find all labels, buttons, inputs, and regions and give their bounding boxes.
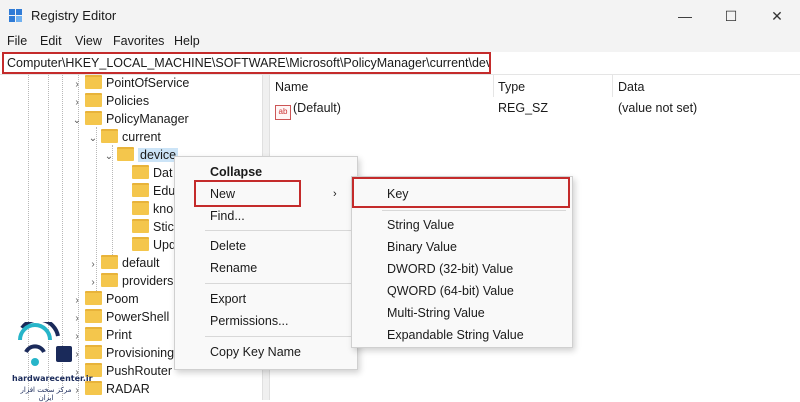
chevron-down-icon[interactable]: ⌄ <box>88 130 98 148</box>
folder-icon <box>132 165 149 179</box>
menu-copy-key-name[interactable]: Copy Key Name <box>210 341 301 363</box>
tree-node-stic[interactable]: Stic <box>132 218 174 236</box>
tree-node-policymanager[interactable]: ⌄ PolicyManager <box>72 110 189 128</box>
submenu-binary-value[interactable]: Binary Value <box>387 236 457 258</box>
watermark-site: hardwarecenter.ir <box>12 374 93 383</box>
menu-favorites[interactable]: Favorites <box>113 34 164 48</box>
value-row-data: (value not set) <box>618 101 698 115</box>
folder-icon <box>101 273 118 287</box>
folder-icon <box>85 309 102 323</box>
minimize-button[interactable]: — <box>662 0 708 32</box>
registry-editor-icon <box>9 9 23 23</box>
folder-icon <box>101 255 118 269</box>
menu-view[interactable]: View <box>75 34 102 48</box>
chevron-down-icon[interactable]: ⌄ <box>72 112 82 130</box>
menu-bar: File Edit View Favorites Help <box>0 32 800 52</box>
folder-icon <box>85 345 102 359</box>
window-title: Registry Editor <box>31 8 117 23</box>
menu-rename[interactable]: Rename <box>210 257 257 279</box>
folder-icon <box>101 129 118 143</box>
tree-node-dat[interactable]: Dat <box>132 164 172 182</box>
menu-delete[interactable]: Delete <box>210 235 246 257</box>
submenu-qword-value[interactable]: QWORD (64-bit) Value <box>387 280 514 302</box>
tree-node-device[interactable]: ⌄ device <box>104 146 179 166</box>
tree-node-providers[interactable]: › providers <box>88 272 173 290</box>
address-bar[interactable]: Computer\HKEY_LOCAL_MACHINE\SOFTWARE\Mic… <box>2 52 491 74</box>
folder-icon <box>132 201 149 215</box>
menu-separator <box>205 336 351 337</box>
new-highlight-box <box>194 180 301 207</box>
column-header-data[interactable]: Data <box>618 80 644 94</box>
folder-icon <box>85 111 102 125</box>
tree-node-edu[interactable]: Edu <box>132 182 175 200</box>
folder-icon <box>117 147 134 161</box>
tree-node-upd[interactable]: Upd <box>132 236 176 254</box>
menu-edit[interactable]: Edit <box>40 34 62 48</box>
logo-mark-icon <box>18 317 72 366</box>
tree-node-policies[interactable]: › Policies <box>72 92 149 110</box>
submenu-dword-value[interactable]: DWORD (32-bit) Value <box>387 258 513 280</box>
column-header-type[interactable]: Type <box>498 80 525 94</box>
menu-separator <box>205 283 351 284</box>
value-row-name[interactable]: ab (Default) <box>275 101 341 120</box>
tree-node-provisioning[interactable]: › Provisioning <box>72 344 174 362</box>
menu-separator <box>205 230 351 231</box>
title-bar: Registry Editor — ☐ ✕ <box>0 0 800 32</box>
tree-node-powershell[interactable]: › PowerShell <box>72 308 169 326</box>
string-value-icon: ab <box>275 105 291 120</box>
tree-node-pointofservice[interactable]: › PointOfService <box>72 75 189 92</box>
menu-file[interactable]: File <box>7 34 27 48</box>
folder-icon <box>132 183 149 197</box>
folder-icon <box>132 237 149 251</box>
submenu-expandable-string-value[interactable]: Expandable String Value <box>387 324 524 346</box>
tree-node-poom[interactable]: › Poom <box>72 290 139 308</box>
maximize-button[interactable]: ☐ <box>708 0 754 32</box>
chevron-down-icon[interactable]: ⌄ <box>104 148 114 166</box>
folder-icon <box>85 93 102 107</box>
tree-node-default[interactable]: › default <box>88 254 160 272</box>
value-row-type: REG_SZ <box>498 101 549 115</box>
folder-icon <box>85 327 102 341</box>
submenu-string-value[interactable]: String Value <box>387 214 454 236</box>
hardwarecenter-logo: hardwarecenter.ir مرکز سخت افزار ایران <box>4 317 93 402</box>
folder-icon <box>85 381 102 395</box>
folder-icon <box>85 75 102 89</box>
tree-node-current[interactable]: ⌄ current <box>88 128 161 146</box>
column-divider[interactable] <box>493 75 494 97</box>
menu-export[interactable]: Export <box>210 288 246 310</box>
menu-permissions[interactable]: Permissions... <box>210 310 289 332</box>
folder-icon <box>85 291 102 305</box>
menu-find[interactable]: Find... <box>210 205 245 227</box>
tree-node-kno[interactable]: kno <box>132 200 173 218</box>
chevron-right-icon: › <box>333 188 337 200</box>
menu-help[interactable]: Help <box>174 34 200 48</box>
column-header-name[interactable]: Name <box>275 80 308 94</box>
folder-icon <box>132 219 149 233</box>
column-divider[interactable] <box>612 75 613 97</box>
close-button[interactable]: ✕ <box>754 0 800 32</box>
submenu-multi-string-value[interactable]: Multi-String Value <box>387 302 485 324</box>
tree-node-print[interactable]: › Print <box>72 326 132 344</box>
menu-separator <box>382 210 566 211</box>
key-highlight-box <box>352 177 570 208</box>
